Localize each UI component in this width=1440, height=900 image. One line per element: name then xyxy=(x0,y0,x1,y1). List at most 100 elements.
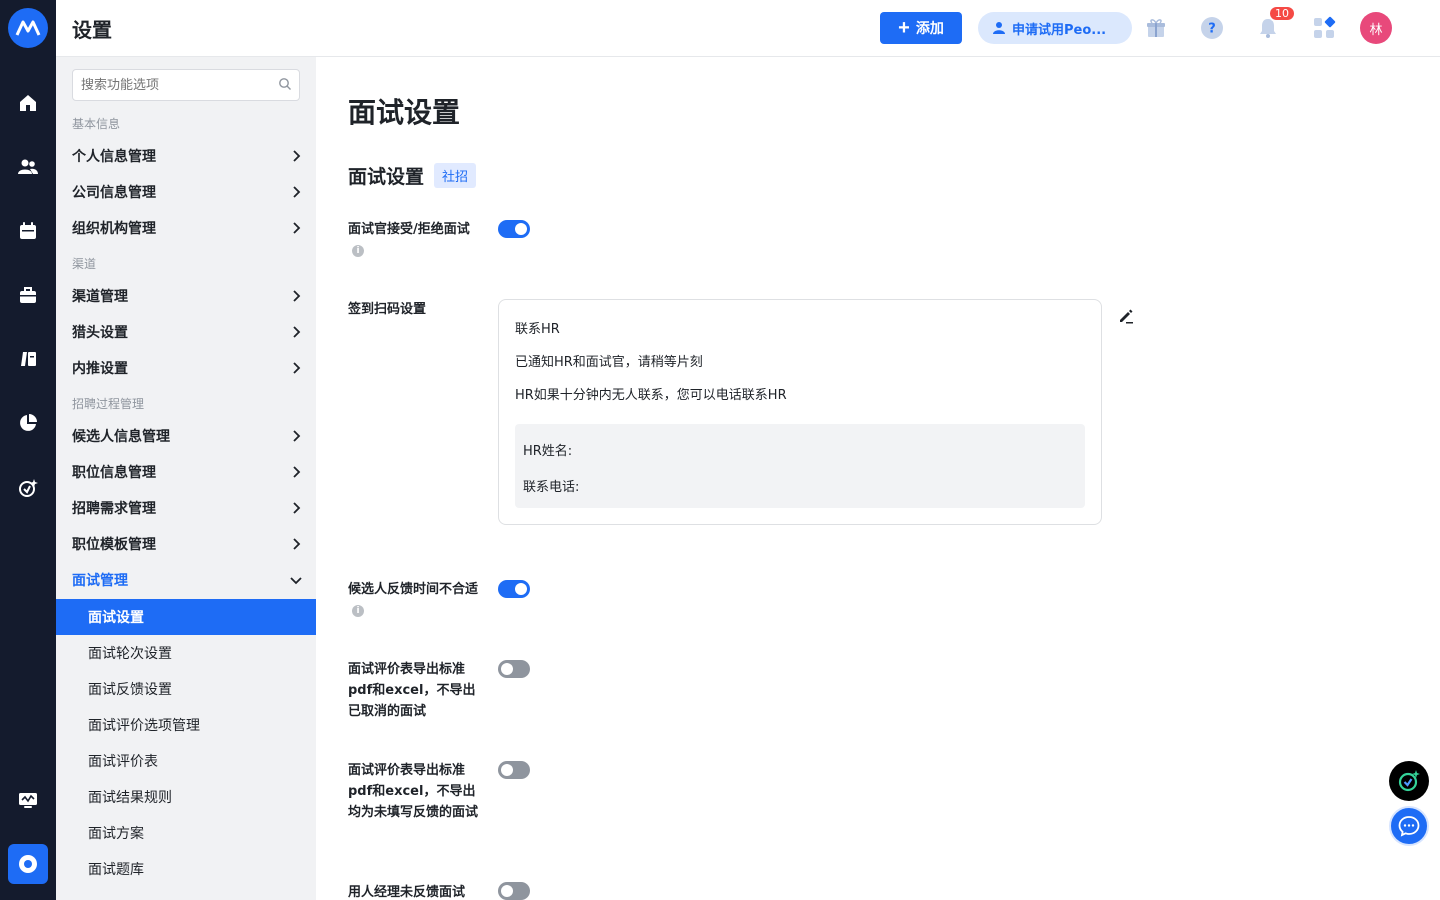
toggle-feedback-time[interactable] xyxy=(498,580,530,598)
report-icon[interactable] xyxy=(14,345,42,373)
chevron-right-icon xyxy=(293,186,301,198)
notification-badge: 10 xyxy=(1268,5,1296,22)
add-button-label: 添加 xyxy=(915,20,944,36)
sidebar-item-personal[interactable]: 个人信息管理 xyxy=(56,138,316,174)
sidebar-subitem-question-bank[interactable]: 面试题库 xyxy=(56,851,316,887)
sidebar-subitem-result-rules[interactable]: 面试结果规则 xyxy=(56,779,316,815)
group-label-channel: 渠道 xyxy=(72,257,97,271)
sidebar-item-label: 职位信息管理 xyxy=(72,465,156,481)
app-rail xyxy=(0,0,56,900)
toggle-export-unfilled[interactable] xyxy=(498,761,530,779)
top-header: 设置 + 添加 申请试用Peo... ? 10 林 xyxy=(56,0,1440,57)
calendar-icon[interactable] xyxy=(14,217,42,245)
settings-sidebar: 基本信息 个人信息管理 公司信息管理 组织机构管理 渠道 渠道管理 猎头设置 内… xyxy=(56,57,316,900)
settings-nav-icon[interactable] xyxy=(8,844,48,884)
page-header-title: 设置 xyxy=(72,18,112,42)
chat-support-button[interactable] xyxy=(1389,806,1429,846)
briefcase-icon[interactable] xyxy=(14,281,42,309)
chevron-right-icon xyxy=(293,150,301,162)
setting-label-export-unfilled: 面试评价表导出标准pdf和excel，不导出均为未填写反馈的面试 xyxy=(348,763,479,820)
info-icon[interactable]: i xyxy=(352,245,364,257)
sidebar-subitem-interview-settings[interactable]: 面试设置 xyxy=(56,599,316,635)
sidebar-item-referral[interactable]: 内推设置 xyxy=(56,350,316,386)
user-avatar[interactable]: 林 xyxy=(1360,12,1392,44)
setting-label-accept-reject: 面试官接受/拒绝面试i xyxy=(348,222,470,257)
plus-icon: + xyxy=(898,17,910,39)
toggle-accept-reject[interactable] xyxy=(498,220,530,238)
search-icon xyxy=(279,78,291,90)
setting-label-manager-feedback: 用人经理未反馈面试 xyxy=(348,885,466,900)
sidebar-item-interview[interactable]: 面试管理 xyxy=(56,562,316,598)
setting-label-export-cancel: 面试评价表导出标准pdf和excel，不导出已取消的面试 xyxy=(348,662,476,719)
chevron-right-icon xyxy=(293,538,301,550)
sidebar-item-company[interactable]: 公司信息管理 xyxy=(56,174,316,210)
sidebar-item-demand[interactable]: 招聘需求管理 xyxy=(56,490,316,526)
gift-icon[interactable] xyxy=(1142,14,1170,42)
sidebar-item-label: 候选人信息管理 xyxy=(72,429,170,445)
sidebar-item-candidate[interactable]: 候选人信息管理 xyxy=(56,418,316,454)
ai-sparkle-icon xyxy=(1398,770,1420,792)
sidebar-item-label: 职位模板管理 xyxy=(72,537,156,553)
sidebar-item-label: 招聘需求管理 xyxy=(72,501,156,517)
sidebar-item-label: 猎头设置 xyxy=(72,325,128,341)
toggle-export-cancel[interactable] xyxy=(498,660,530,678)
monitor-icon[interactable] xyxy=(14,786,42,814)
hr-contact-box: HR姓名: 联系电话: xyxy=(515,424,1085,508)
card-title: 联系HR xyxy=(515,322,560,337)
chevron-right-icon xyxy=(293,466,301,478)
search-input[interactable] xyxy=(72,69,300,101)
chevron-right-icon xyxy=(293,222,301,234)
checkin-preview-card: 联系HR 已通知HR和面试官，请稍等片刻 HR如果十分钟内无人联系，您可以电话联… xyxy=(498,299,1102,525)
sidebar-item-channel[interactable]: 渠道管理 xyxy=(56,278,316,314)
sidebar-item-label: 面试管理 xyxy=(72,573,128,589)
info-icon[interactable]: i xyxy=(352,605,364,617)
sidebar-subitem-plan[interactable]: 面试方案 xyxy=(56,815,316,851)
section-tag: 社招 xyxy=(434,163,477,188)
setting-label-checkin: 签到扫码设置 xyxy=(348,302,427,317)
sidebar-item-label: 组织机构管理 xyxy=(72,221,156,237)
section-title-text: 面试设置 xyxy=(348,166,425,188)
pie-chart-icon[interactable] xyxy=(14,409,42,437)
card-line-2: HR如果十分钟内无人联系，您可以电话联系HR xyxy=(515,388,787,403)
chevron-right-icon xyxy=(293,326,301,338)
chevron-right-icon xyxy=(293,362,301,374)
svg-text:?: ? xyxy=(1208,22,1216,37)
ai-assistant-button[interactable] xyxy=(1389,761,1429,801)
chevron-right-icon xyxy=(293,502,301,514)
help-icon[interactable]: ? xyxy=(1198,14,1226,42)
apply-trial-button[interactable]: 申请试用Peo... xyxy=(978,12,1132,44)
sidebar-subitem-eval-options[interactable]: 面试评价选项管理 xyxy=(56,707,316,743)
sidebar-item-template[interactable]: 职位模板管理 xyxy=(56,526,316,562)
user-icon xyxy=(993,22,1005,34)
sidebar-item-label: 内推设置 xyxy=(72,361,128,377)
sidebar-subitem-feedback[interactable]: 面试反馈设置 xyxy=(56,671,316,707)
ai-assistant-icon[interactable] xyxy=(14,474,42,502)
home-icon[interactable] xyxy=(14,89,42,117)
app-grid-icon[interactable] xyxy=(1310,14,1338,42)
group-label-process: 招聘过程管理 xyxy=(72,397,145,411)
app-logo-icon[interactable] xyxy=(8,8,48,48)
main-content: 面试设置 面试设置 社招 面试官接受/拒绝面试i 签到扫码设置 联系HR 已通知… xyxy=(316,57,1440,900)
section-title: 面试设置 社招 xyxy=(348,162,477,189)
page-title: 面试设置 xyxy=(348,96,461,129)
sidebar-item-label: 渠道管理 xyxy=(72,289,128,305)
apply-trial-label: 申请试用Peo... xyxy=(1012,22,1107,38)
setting-label-feedback-time: 候选人反馈时间不合适i xyxy=(348,582,479,617)
sidebar-subitem-eval-form[interactable]: 面试评价表 xyxy=(56,743,316,779)
group-label-basic: 基本信息 xyxy=(72,117,121,131)
users-icon[interactable] xyxy=(14,153,42,181)
sidebar-item-org[interactable]: 组织机构管理 xyxy=(56,210,316,246)
chevron-down-icon xyxy=(290,577,302,585)
add-button[interactable]: + 添加 xyxy=(880,12,962,44)
chat-icon xyxy=(1398,816,1420,837)
sidebar-item-position[interactable]: 职位信息管理 xyxy=(56,454,316,490)
chevron-right-icon xyxy=(293,290,301,302)
sidebar-item-label: 个人信息管理 xyxy=(72,149,156,165)
card-line-1: 已通知HR和面试官，请稍等片刻 xyxy=(515,355,703,370)
chevron-right-icon xyxy=(293,430,301,442)
hr-phone-label: 联系电话: xyxy=(523,480,580,495)
edit-icon[interactable] xyxy=(1117,307,1135,325)
sidebar-item-headhunter[interactable]: 猎头设置 xyxy=(56,314,316,350)
toggle-manager-feedback[interactable] xyxy=(498,882,530,900)
sidebar-subitem-rounds[interactable]: 面试轮次设置 xyxy=(56,635,316,671)
